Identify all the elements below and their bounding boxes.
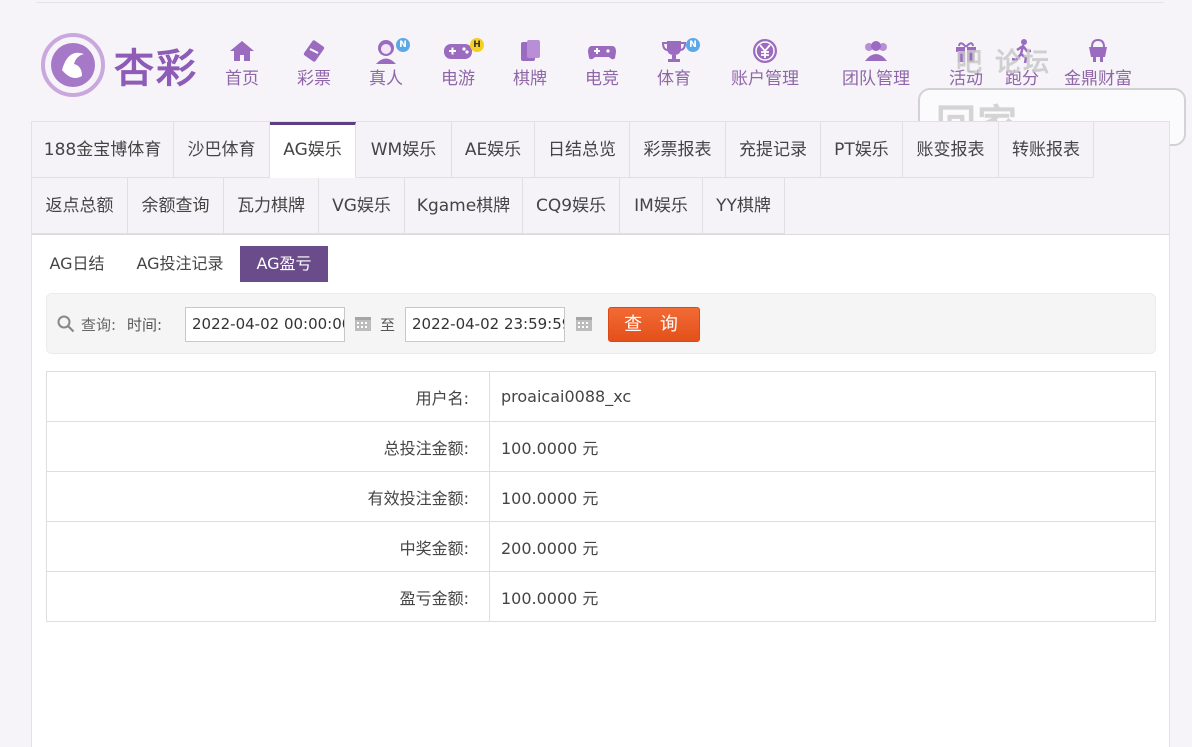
nav-esports[interactable]: 电竞 [582, 34, 622, 96]
watermark-top-text: 吧 论坛 [956, 48, 1052, 78]
tab-pt[interactable]: PT娱乐 [821, 122, 903, 178]
table-row: 盈亏金额: 100.0000 元 [46, 571, 1156, 622]
query-bar: 查询: 时间: 2022-04-02 00:00:00 至 2022-04-02… [46, 293, 1156, 354]
profit-loss-table: 用户名: proaicai0088_xc 总投注金额: 100.0000 元 有效投… [46, 371, 1156, 622]
ticket-icon [303, 40, 325, 62]
nav-label: 棋牌 [513, 69, 547, 89]
calendar-icon[interactable] [575, 314, 593, 332]
query-button[interactable]: 查 询 [608, 307, 700, 342]
cards-icon [521, 40, 540, 61]
row-key: 有效投注金额: [46, 471, 490, 522]
tab-ag[interactable]: AG娱乐 [270, 122, 356, 178]
tab-ae[interactable]: AE娱乐 [452, 122, 535, 178]
row-key: 中奖金额: [46, 521, 490, 572]
tab-vg[interactable]: VG娱乐 [319, 178, 405, 234]
nav-account[interactable]: 账户管理 [726, 34, 804, 96]
query-label: 查询: [81, 316, 117, 334]
table-row: 中奖金额: 200.0000 元 [46, 521, 1156, 572]
row-value: proaicai0088_xc [489, 371, 1156, 422]
table-row: 用户名: proaicai0088_xc [46, 371, 1156, 422]
nav-home[interactable]: 首页 [222, 34, 262, 96]
top-divider [36, 2, 1164, 3]
subtab-ag-profit-loss[interactable]: AG盈亏 [240, 246, 328, 282]
nav-label: 账户管理 [731, 69, 799, 89]
row-value: 100.0000 元 [489, 571, 1156, 622]
tab-rebate-total[interactable]: 返点总额 [32, 178, 128, 234]
row-key: 盈亏金额: [46, 571, 490, 622]
tab-yy-cards[interactable]: YY棋牌 [703, 178, 785, 234]
tab-daily-overview[interactable]: 日结总览 [535, 122, 630, 178]
to-label: 至 [380, 316, 396, 334]
logo-text: 杏彩 [114, 45, 198, 92]
main-panel: 188金宝博体育 沙巴体育 AG娱乐 WM娱乐 AE娱乐 日结总览 彩票报表 充… [31, 121, 1170, 747]
nav-team[interactable]: 团队管理 [836, 34, 916, 96]
tab-wali-cards[interactable]: 瓦力棋牌 [224, 178, 319, 234]
nav-wealth[interactable]: 金鼎财富 [1058, 34, 1138, 96]
report-tabs: 188金宝博体育 沙巴体育 AG娱乐 WM娱乐 AE娱乐 日结总览 彩票报表 充… [32, 122, 1169, 235]
logo-emblem-icon [41, 33, 105, 97]
start-time-input[interactable]: 2022-04-02 00:00:00 [185, 307, 345, 342]
team-icon [865, 41, 887, 61]
nav-label: 金鼎财富 [1064, 69, 1132, 89]
tab-transfer-report[interactable]: 转账报表 [999, 122, 1094, 178]
nav-live[interactable]: N 真人 [366, 34, 410, 96]
wealth-icon [1089, 38, 1107, 62]
end-time-input[interactable]: 2022-04-02 23:59:59 [405, 307, 565, 342]
nav-label: 团队管理 [842, 69, 910, 89]
nav-label: 首页 [225, 69, 259, 89]
nav-label: 体育 [657, 69, 691, 89]
tab-wm[interactable]: WM娱乐 [356, 122, 452, 178]
row-key: 用户名: [46, 371, 490, 422]
tab-deposit-withdraw[interactable]: 充提记录 [726, 122, 821, 178]
row-value: 200.0000 元 [489, 521, 1156, 572]
yen-coin-icon [753, 39, 777, 63]
new-badge: N [396, 38, 410, 52]
controller-icon [588, 46, 616, 60]
row-value: 100.0000 元 [489, 471, 1156, 522]
tab-balance-change[interactable]: 账变报表 [903, 122, 999, 178]
subtab-ag-bet-records[interactable]: AG投注记录 [128, 246, 232, 282]
search-icon [57, 315, 75, 333]
subtab-ag-daily[interactable]: AG日结 [40, 246, 114, 282]
calendar-icon[interactable] [354, 314, 372, 332]
table-row: 总投注金额: 100.0000 元 [46, 421, 1156, 472]
nav-cards[interactable]: 棋牌 [510, 34, 550, 96]
nav-label: 真人 [369, 69, 403, 89]
hot-badge: H [470, 38, 484, 52]
time-label: 时间: [127, 316, 163, 334]
nav-label: 彩票 [297, 69, 331, 89]
nav-label: 电竞 [585, 69, 619, 89]
home-icon [230, 41, 254, 61]
nav-label: 电游 [441, 69, 475, 89]
tab-lottery-report[interactable]: 彩票报表 [630, 122, 726, 178]
nav-lottery[interactable]: 彩票 [294, 34, 334, 96]
tab-kgame-cards[interactable]: Kgame棋牌 [405, 178, 523, 234]
table-row: 有效投注金额: 100.0000 元 [46, 471, 1156, 522]
nav-egame[interactable]: H 电游 [438, 34, 484, 96]
logo[interactable]: 杏彩 [38, 30, 210, 100]
gamepad-icon [444, 44, 472, 59]
tab-188-sports[interactable]: 188金宝博体育 [32, 122, 174, 178]
row-value: 100.0000 元 [489, 421, 1156, 472]
tab-balance-query[interactable]: 余额查询 [128, 178, 224, 234]
trophy-icon [661, 41, 687, 62]
tab-saba-sports[interactable]: 沙巴体育 [174, 122, 270, 178]
new-badge: N [686, 38, 700, 52]
nav-sports[interactable]: N 体育 [654, 34, 700, 96]
tab-im[interactable]: IM娱乐 [620, 178, 703, 234]
row-key: 总投注金额: [46, 421, 490, 472]
tab-cq9[interactable]: CQ9娱乐 [523, 178, 620, 234]
